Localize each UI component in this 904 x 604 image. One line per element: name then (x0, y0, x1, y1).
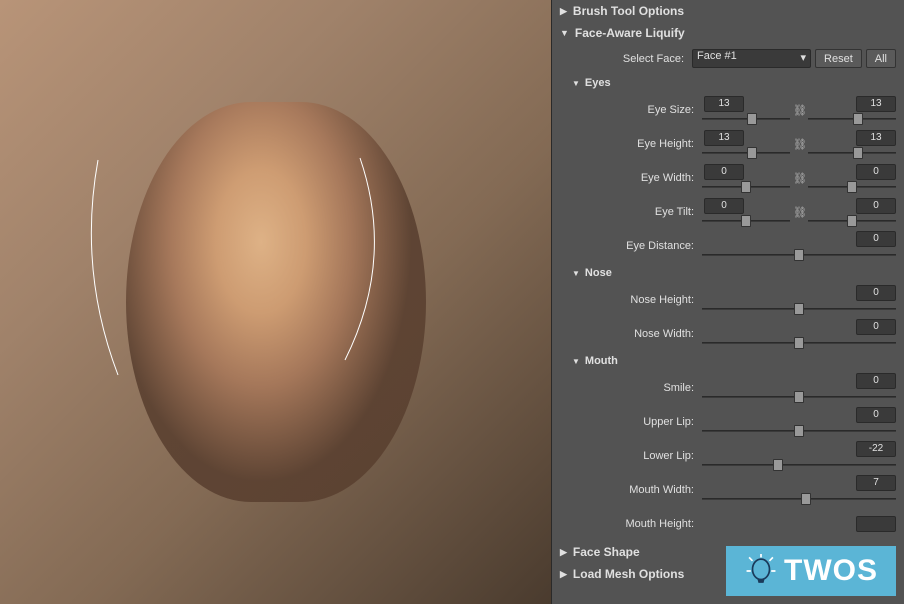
section-label: Face-Aware Liquify (575, 26, 685, 40)
eye-height-right-slider[interactable] (808, 147, 896, 159)
disclosure-triangle-icon (560, 28, 569, 38)
eye-size-left-input[interactable]: 13 (704, 96, 744, 112)
eyes-group-header[interactable]: ▼ Eyes (552, 73, 904, 93)
mouth-height-row: Mouth Height: (552, 507, 904, 541)
mouth-width-row: Mouth Width: 7 (552, 473, 904, 507)
eye-width-right-slider[interactable] (808, 181, 896, 193)
smile-slider[interactable] (702, 391, 896, 403)
eye-height-left-slider[interactable] (702, 147, 790, 159)
lightbulb-icon (744, 554, 778, 588)
group-label: Mouth (585, 355, 618, 367)
eye-tilt-left-slider[interactable] (702, 215, 790, 227)
face-aware-liquify-header[interactable]: Face-Aware Liquify (552, 22, 904, 44)
section-label: Face Shape (573, 545, 640, 559)
eye-height-row: Eye Height: 13 ⛓ 13 (552, 127, 904, 161)
eye-width-right-input[interactable]: 0 (856, 164, 896, 180)
eye-distance-row: Eye Distance: 0 (552, 229, 904, 263)
disclosure-triangle-icon: ▼ (572, 79, 580, 88)
brush-tool-options-header[interactable]: Brush Tool Options (552, 0, 904, 22)
lower-lip-slider[interactable] (702, 459, 896, 471)
disclosure-triangle-icon: ▼ (572, 357, 580, 366)
eye-tilt-row: Eye Tilt: 0 ⛓ 0 (552, 195, 904, 229)
eye-tilt-right-input[interactable]: 0 (856, 198, 896, 214)
param-label: Upper Lip: (552, 416, 702, 428)
upper-lip-input[interactable]: 0 (856, 407, 896, 423)
nose-width-input[interactable]: 0 (856, 319, 896, 335)
param-label: Eye Tilt: (552, 206, 702, 218)
upper-lip-row: Upper Lip: 0 (552, 405, 904, 439)
eye-size-left-slider[interactable] (702, 113, 790, 125)
nose-width-slider[interactable] (702, 337, 896, 349)
lower-lip-input[interactable]: -22 (856, 441, 896, 457)
link-icon[interactable]: ⛓ (793, 206, 805, 220)
watermark-badge: TWOS (726, 546, 896, 596)
eye-size-row: Eye Size: 13 ⛓ 13 (552, 93, 904, 127)
link-icon[interactable]: ⛓ (793, 138, 805, 152)
select-face-label: Select Face: (552, 53, 692, 65)
select-face-dropdown[interactable]: Face #1 (692, 49, 811, 68)
smile-input[interactable]: 0 (856, 373, 896, 389)
mouth-group-header[interactable]: ▼ Mouth (552, 351, 904, 371)
link-icon[interactable]: ⛓ (793, 104, 805, 118)
nose-width-row: Nose Width: 0 (552, 317, 904, 351)
disclosure-triangle-icon (560, 6, 567, 17)
eye-tilt-left-input[interactable]: 0 (704, 198, 744, 214)
param-label: Lower Lip: (552, 450, 702, 462)
mouth-width-slider[interactable] (702, 493, 896, 505)
nose-group-header[interactable]: ▼ Nose (552, 263, 904, 283)
eye-width-left-slider[interactable] (702, 181, 790, 193)
disclosure-triangle-icon: ▼ (572, 269, 580, 278)
eye-width-row: Eye Width: 0 ⛓ 0 (552, 161, 904, 195)
nose-height-row: Nose Height: 0 (552, 283, 904, 317)
param-label: Nose Width: (552, 328, 702, 340)
param-label: Eye Size: (552, 104, 702, 116)
eye-size-right-slider[interactable] (808, 113, 896, 125)
param-label: Mouth Width: (552, 484, 702, 496)
eye-height-left-input[interactable]: 13 (704, 130, 744, 146)
param-label: Eye Height: (552, 138, 702, 150)
nose-height-input[interactable]: 0 (856, 285, 896, 301)
group-label: Eyes (585, 77, 611, 89)
link-icon[interactable]: ⛓ (793, 172, 805, 186)
param-label: Nose Height: (552, 294, 702, 306)
watermark-text: TWOS (784, 554, 878, 588)
reset-button[interactable]: Reset (815, 49, 862, 68)
lower-lip-row: Lower Lip: -22 (552, 439, 904, 473)
eye-width-left-input[interactable]: 0 (704, 164, 744, 180)
eye-distance-slider[interactable] (702, 249, 896, 261)
section-label: Brush Tool Options (573, 4, 684, 18)
group-label: Nose (585, 267, 612, 279)
disclosure-triangle-icon (560, 547, 567, 558)
nose-height-slider[interactable] (702, 303, 896, 315)
eye-distance-input[interactable]: 0 (856, 231, 896, 247)
upper-lip-slider[interactable] (702, 425, 896, 437)
param-label: Eye Width: (552, 172, 702, 184)
liquify-properties-panel: Brush Tool Options Face-Aware Liquify Se… (551, 0, 904, 604)
param-label: Eye Distance: (552, 240, 702, 252)
image-canvas[interactable] (0, 0, 551, 604)
mouth-width-input[interactable]: 7 (856, 475, 896, 491)
all-button[interactable]: All (866, 49, 896, 68)
eye-height-right-input[interactable]: 13 (856, 130, 896, 146)
disclosure-triangle-icon (560, 569, 567, 580)
param-label: Mouth Height: (552, 518, 702, 530)
smile-row: Smile: 0 (552, 371, 904, 405)
face-guide-overlay (0, 0, 551, 604)
param-label: Smile: (552, 382, 702, 394)
eye-size-right-input[interactable]: 13 (856, 96, 896, 112)
mouth-height-input[interactable] (856, 516, 896, 532)
eye-tilt-right-slider[interactable] (808, 215, 896, 227)
section-label: Load Mesh Options (573, 567, 684, 581)
